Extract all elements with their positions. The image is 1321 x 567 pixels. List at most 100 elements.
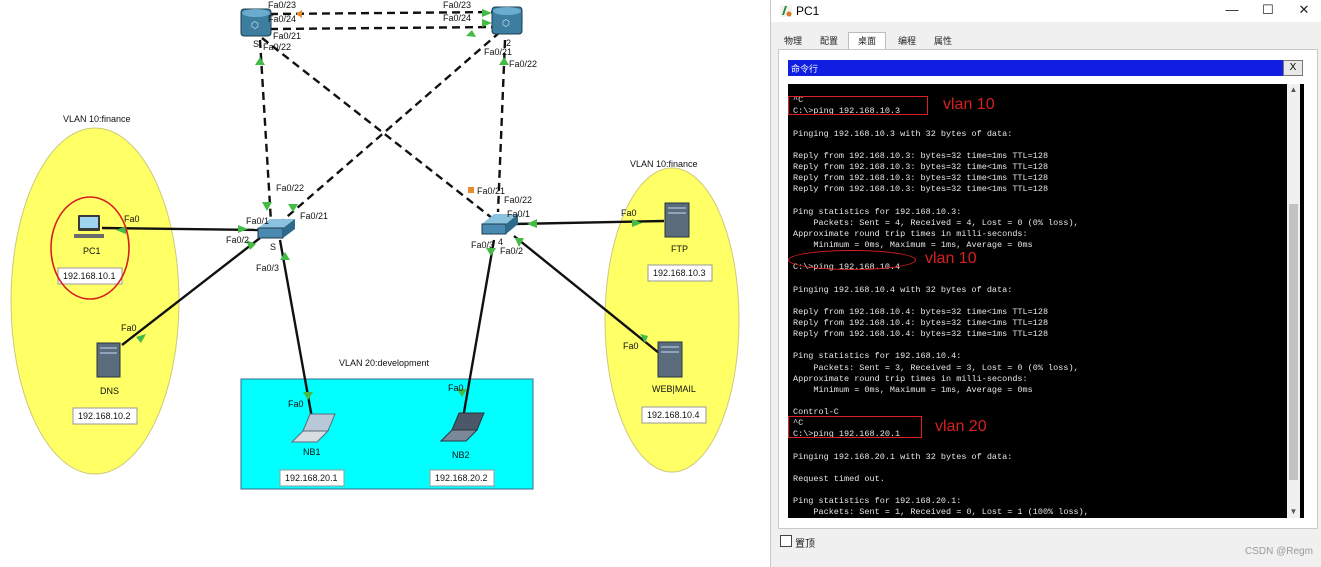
nb1-label: NB1: [303, 447, 321, 457]
close-window-button[interactable]: ✕: [1286, 0, 1321, 22]
command-prompt-title: 命令行: [791, 64, 819, 74]
watermark-text: CSDN @Regm: [1245, 546, 1313, 557]
packet-tracer-app-icon: [780, 5, 792, 17]
svg-text:⬡: ⬡: [251, 20, 259, 30]
pc1-label: PC1: [83, 246, 101, 256]
ftp-ip: 192.168.10.3: [653, 268, 706, 278]
minimize-button[interactable]: —: [1214, 0, 1250, 22]
console-line: Approximate round trip times in milli-se…: [793, 373, 1028, 384]
s4-port-fa01: Fa0/1: [507, 209, 530, 219]
nb1-ip: 192.168.20.1: [285, 473, 338, 483]
s2-port-fa023: Fa0/23: [443, 0, 471, 10]
s3-port-fa022: Fa0/22: [276, 183, 304, 193]
s2-port-fa024: Fa0/24: [443, 13, 471, 23]
ftp-port-label: Fa0: [621, 208, 637, 218]
status-arrow: [482, 9, 492, 17]
annotation-vlan-label-2: vlan 10: [925, 250, 977, 267]
ftp-label: FTP: [671, 244, 688, 254]
console-line: Reply from 192.168.10.3: bytes=32 time<1…: [793, 173, 1049, 184]
s4-port-fa022: Fa0/22: [504, 195, 532, 205]
status-blocked: [468, 187, 474, 193]
status-arrow: [482, 19, 492, 27]
nb2-label: NB2: [452, 450, 470, 460]
always-on-top-label: 置顶: [795, 539, 815, 550]
annotation-box-ping-20-1: [788, 416, 922, 438]
console-line: Pinging 192.168.20.1 with 32 bytes of da…: [793, 451, 1013, 462]
link-s1-s3: [258, 39, 273, 223]
console-line: Reply from 192.168.10.3: bytes=32 time<1…: [793, 184, 1049, 195]
command-prompt-close-button[interactable]: X: [1283, 60, 1303, 76]
annotation-vlan-label-3: vlan 20: [935, 418, 987, 435]
s2-port-fa021: Fa0/21: [484, 47, 512, 57]
dns-server[interactable]: [96, 342, 121, 378]
status-arrow: [466, 30, 476, 37]
zone-label-finance-right: VLAN 10:finance: [630, 159, 698, 169]
link-s1-s2-fa024: [269, 25, 498, 31]
switch-s3-label: S: [270, 242, 276, 252]
dns-ip: 192.168.10.2: [78, 411, 131, 421]
console-line: Reply from 192.168.10.4: bytes=32 time<1…: [793, 306, 1049, 317]
nb2-port-label: Fa0: [448, 383, 464, 393]
status-arrow: [238, 225, 248, 233]
s1-port-fa023: Fa0/23: [268, 0, 296, 10]
window-title: PC1: [796, 4, 820, 18]
console-output: ^C C:\>ping 192.168.10.3 Pinging 192.168.1…: [793, 84, 1289, 518]
s3-port-fa03: Fa0/3: [256, 263, 279, 273]
ftp-server[interactable]: [664, 202, 690, 238]
command-prompt-titlebar: 命令行: [788, 60, 1303, 76]
console-line: Request timed out.: [793, 473, 885, 484]
command-prompt-console[interactable]: ^C C:\>ping 192.168.10.3 Pinging 192.168.1…: [788, 84, 1304, 518]
console-line: Reply from 192.168.10.3: bytes=32 time=1…: [793, 150, 1049, 161]
console-scrollbar[interactable]: ▲ ▼: [1287, 84, 1300, 518]
s1-port-fa021: Fa0/21: [273, 31, 301, 41]
webmail-port-label: Fa0: [623, 341, 639, 351]
svg-text:⬡: ⬡: [502, 18, 510, 28]
console-line: Pinging 192.168.10.4 with 32 bytes of da…: [793, 284, 1013, 295]
console-line: Ping statistics for 192.168.10.4:: [793, 351, 962, 362]
s3-port-fa01: Fa0/1: [246, 216, 269, 226]
webmail-server[interactable]: [657, 341, 683, 378]
s3-port-fa02: Fa0/2: [226, 235, 249, 245]
switch-s1[interactable]: ⬡: [240, 8, 272, 37]
console-line: Reply from 192.168.10.4: bytes=32 time<1…: [793, 317, 1049, 328]
switch-s2[interactable]: ⬡: [491, 6, 523, 35]
pc1-device[interactable]: [74, 215, 104, 238]
s3-port-fa021: Fa0/21: [300, 211, 328, 221]
s2-port-fa022: Fa0/22: [509, 59, 537, 69]
console-line: Packets: Sent = 4, Received = 4, Lost = …: [793, 217, 1079, 228]
console-line: Packets: Sent = 3, Received = 3, Lost = …: [793, 362, 1079, 373]
scrollbar-thumb[interactable]: [1289, 204, 1298, 480]
nb1-port-label: Fa0: [288, 399, 304, 409]
s4-port-fa02: Fa0/2: [500, 246, 523, 256]
scroll-up-icon[interactable]: ▲: [1287, 84, 1300, 96]
console-line: Packets: Sent = 1, Received = 0, Lost = …: [793, 507, 1089, 518]
webmail-ip: 192.168.10.4: [647, 410, 700, 420]
maximize-button[interactable]: ☐: [1250, 0, 1286, 22]
console-line: Ping statistics for 192.168.20.1:: [793, 496, 962, 507]
scroll-down-icon[interactable]: ▼: [1287, 506, 1300, 518]
console-line: Reply from 192.168.10.3: bytes=32 time<1…: [793, 161, 1049, 172]
s4-port-fa03: Fa0/3: [471, 240, 494, 250]
zone-label-finance-left: VLAN 10:finance: [63, 114, 131, 124]
status-arrow: [527, 219, 537, 228]
console-line: Ping statistics for 192.168.10.3:: [793, 206, 962, 217]
status-arrow: [255, 57, 265, 65]
window-titlebar[interactable]: PC1 — ☐ ✕: [771, 0, 1321, 22]
zone-label-development: VLAN 20:development: [339, 358, 430, 368]
status-arrow: [499, 57, 509, 65]
status-arrow: [288, 204, 298, 212]
nb2-ip: 192.168.20.2: [435, 473, 488, 483]
pc1-ip: 192.168.10.1: [63, 271, 116, 281]
pc1-port-label: Fa0: [124, 214, 140, 224]
always-on-top-checkbox[interactable]: [780, 535, 792, 547]
